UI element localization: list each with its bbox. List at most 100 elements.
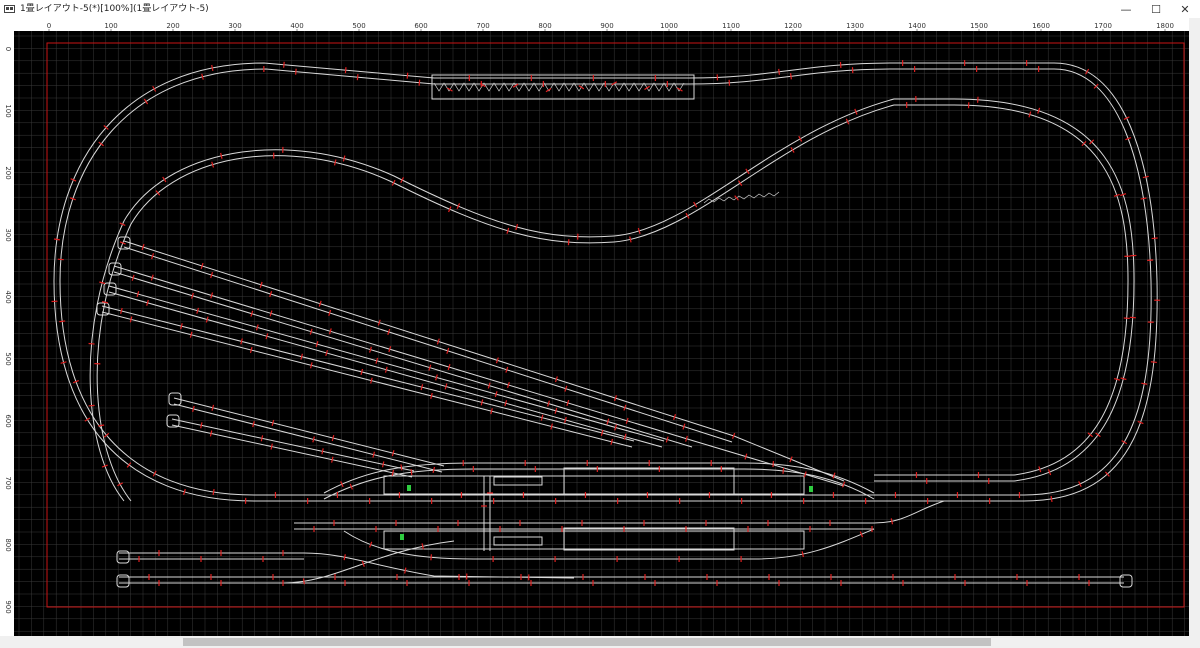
vertical-ruler: 0 100 200 300 400 500 600 700 800 900: [0, 31, 15, 636]
platform: [383, 530, 805, 550]
close-icon: ✕: [1180, 2, 1190, 16]
rail-joint: [1142, 175, 1149, 179]
rail-joint: [391, 450, 395, 457]
ruler-tick-label: 100: [104, 22, 117, 30]
rail-joint: [890, 518, 894, 525]
rail-joint: [1050, 495, 1053, 503]
rail-joint: [487, 382, 491, 389]
horizontal-scrollbar[interactable]: [0, 636, 1189, 648]
rail-joint: [1120, 377, 1127, 381]
rail-joint: [782, 467, 785, 474]
rail-joint: [494, 391, 498, 398]
minimize-button[interactable]: —: [1111, 0, 1141, 18]
rail-joint: [801, 551, 804, 558]
yard-siding[interactable]: [113, 265, 845, 487]
ruler-tick-label: 0: [4, 47, 12, 51]
rail-joint: [270, 443, 273, 450]
maximize-icon: ☐: [1151, 2, 1161, 16]
rail-joint: [295, 68, 297, 75]
rail-joint: [734, 195, 739, 201]
rail-joint: [162, 176, 167, 183]
rail-joint: [211, 64, 214, 71]
rail-joint: [342, 155, 346, 162]
ruler-tick-label: 1700: [1094, 22, 1112, 30]
rail-joint: [189, 331, 193, 338]
rail-joint: [629, 236, 632, 243]
rail-joint: [428, 364, 432, 371]
rail-joint: [388, 346, 392, 353]
ruler-tick-label: 900: [600, 22, 613, 30]
rail-joint: [400, 464, 403, 471]
track-layout-drawing[interactable]: [14, 31, 1189, 636]
rail-joint: [312, 436, 315, 443]
rail-joint: [300, 353, 303, 360]
layout-canvas[interactable]: [14, 31, 1189, 636]
rail-joint: [98, 141, 104, 147]
rail-joint: [211, 161, 215, 168]
yard-siding[interactable]: [113, 271, 693, 448]
rail-joint: [1150, 361, 1157, 364]
rail-joint: [143, 98, 149, 105]
platform: [383, 475, 805, 495]
ruler-tick-label: 800: [4, 538, 12, 551]
ruler-tick-label: 600: [414, 22, 427, 30]
rail-joint: [1151, 237, 1158, 240]
ruler-tick-label: 1400: [908, 22, 926, 30]
ruler-tick-label: 1000: [660, 22, 678, 30]
rail-joint: [192, 405, 195, 412]
rail-joint: [183, 488, 186, 495]
rail-joint: [745, 168, 750, 175]
ruler-corner: [0, 18, 14, 31]
rail-joint: [209, 430, 213, 437]
rail-joint: [435, 374, 438, 381]
rail-joint: [644, 85, 650, 90]
yard-siding[interactable]: [173, 403, 443, 473]
rail-joint: [260, 435, 264, 442]
track-group[interactable]: [53, 62, 1158, 588]
rail-joint: [404, 567, 407, 574]
station-track[interactable]: [343, 528, 875, 560]
signal-icon: [400, 534, 404, 540]
ruler-tick-label: 600: [4, 414, 12, 427]
minimize-icon: —: [1120, 2, 1132, 16]
ruler-tick-label: 1100: [722, 22, 740, 30]
rail-joint: [53, 238, 60, 241]
rail-joint: [321, 448, 324, 455]
ruler-tick-label: 500: [4, 352, 12, 365]
horizontal-ruler: 0 100 200 300 400 500 600 700 800 900 1000 1100 1200…: [14, 18, 1189, 33]
ruler-tick-label: 900: [4, 600, 12, 613]
rail-joint: [212, 488, 215, 496]
ruler-tick-label: 0: [47, 22, 51, 30]
vertical-scrollbar[interactable]: [1189, 18, 1200, 636]
rail-joint: [744, 453, 748, 460]
ruler-tick-label: 800: [538, 22, 551, 30]
rail-joint: [191, 292, 194, 299]
rail-joint: [136, 291, 140, 298]
rail-joint: [490, 408, 493, 415]
rail-joint: [430, 392, 433, 399]
rail-joint: [504, 400, 508, 407]
rail-joint: [515, 223, 519, 231]
horizontal-scroll-thumb[interactable]: [183, 638, 991, 646]
rail-joint: [369, 346, 372, 353]
ruler-tick-label: 700: [476, 22, 489, 30]
rail-joint: [685, 435, 688, 442]
rail-joint: [210, 292, 214, 299]
rail-joint: [778, 68, 781, 75]
rail-joint: [665, 436, 669, 443]
close-button[interactable]: ✕: [1170, 0, 1200, 18]
rail-joint: [803, 471, 807, 478]
rail-joint: [309, 362, 313, 369]
rail-joint: [146, 299, 149, 306]
rail-joint: [211, 404, 215, 411]
maximize-button[interactable]: ☐: [1141, 0, 1171, 18]
rail-joint: [420, 384, 424, 391]
rail-joint: [271, 419, 275, 426]
yard-siding[interactable]: [108, 285, 665, 442]
rail-joint: [372, 451, 375, 458]
rail-joint: [269, 310, 273, 317]
rail-joint: [430, 554, 432, 561]
rail-joint: [201, 73, 204, 80]
rail-joint: [333, 159, 337, 166]
rail-joint: [88, 342, 95, 345]
